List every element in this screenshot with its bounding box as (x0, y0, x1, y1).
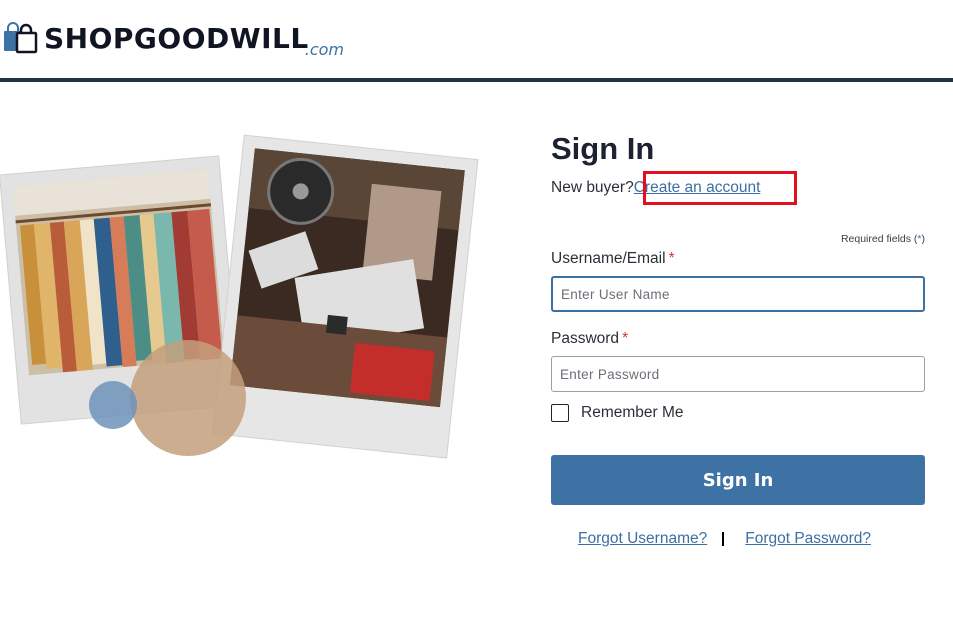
link-separator (722, 532, 725, 546)
remember-me-checkbox[interactable] (551, 404, 569, 422)
logo-text: SHOPGOODWILL (44, 22, 309, 55)
remember-me: Remember Me (551, 404, 684, 422)
username-input[interactable] (551, 276, 925, 312)
site-logo[interactable]: SHOPGOODWILL .com (4, 22, 344, 59)
username-label-text: Username/Email (551, 250, 666, 267)
decorative-circle-large (130, 340, 246, 456)
vinyl-records-photo (212, 134, 479, 459)
site-header: SHOPGOODWILL .com (0, 0, 953, 78)
password-input[interactable] (551, 356, 925, 392)
required-note-close: ) (921, 233, 926, 245)
hero-illustration (0, 134, 479, 459)
remember-me-label: Remember Me (581, 404, 684, 421)
required-note-text: Required fields ( (840, 233, 918, 245)
logo-suffix: .com (304, 40, 345, 59)
forgot-username-link[interactable]: Forgot Username? (578, 530, 707, 548)
required-asterisk: * (622, 330, 629, 347)
forgot-password-link[interactable]: Forgot Password? (745, 530, 871, 548)
password-label-text: Password (551, 330, 620, 347)
decorative-circle-small (89, 381, 137, 429)
header-divider (0, 78, 953, 82)
username-label: Username/Email * (551, 250, 675, 268)
signin-form: Sign In New buyer?Create an account Requ… (551, 128, 925, 547)
required-asterisk: * (668, 250, 675, 267)
shopping-bag-icon (4, 22, 38, 54)
highlight-box (643, 171, 797, 205)
signin-button[interactable]: Sign In (551, 455, 925, 505)
page-title: Sign In (551, 131, 655, 166)
required-fields-note: Required fields (*) (841, 233, 925, 245)
new-buyer-text: New buyer? (551, 179, 634, 196)
forgot-links: Forgot Username? Forgot Password? (578, 530, 871, 548)
password-label: Password * (551, 330, 628, 348)
hero-images (0, 125, 480, 475)
